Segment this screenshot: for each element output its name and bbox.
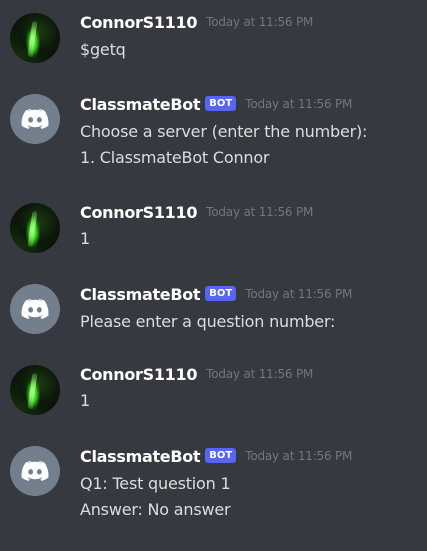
- message-header: ClassmateBot BOT Today at 11:56 PM: [80, 94, 352, 114]
- discord-logo-icon: [21, 461, 49, 481]
- message-text: 1: [80, 229, 90, 248]
- username[interactable]: ClassmateBot: [80, 95, 201, 114]
- message-text: 1: [80, 391, 90, 410]
- bot-tag: BOT: [205, 95, 237, 111]
- message-text: Please enter a question number:: [80, 312, 336, 331]
- timestamp: Today at 11:56 PM: [206, 15, 314, 29]
- username[interactable]: ConnorS1110: [80, 13, 197, 32]
- message-text: Choose a server (enter the number):: [80, 122, 368, 141]
- user-avatar[interactable]: [10, 203, 60, 253]
- message-text: Answer: No answer: [80, 500, 231, 519]
- user-avatar[interactable]: [10, 365, 60, 415]
- message-text: 1. ClassmateBot Connor: [80, 148, 270, 167]
- username[interactable]: ClassmateBot: [80, 285, 201, 304]
- timestamp: Today at 11:56 PM: [245, 287, 353, 301]
- user-avatar[interactable]: [10, 13, 60, 63]
- bot-avatar[interactable]: [10, 446, 60, 496]
- username[interactable]: ConnorS1110: [80, 365, 197, 384]
- message-header: ConnorS1110 Today at 11:56 PM: [80, 202, 313, 222]
- username[interactable]: ConnorS1110: [80, 203, 197, 222]
- timestamp: Today at 11:56 PM: [245, 449, 353, 463]
- bot-tag: BOT: [205, 285, 237, 301]
- bot-avatar[interactable]: [10, 94, 60, 144]
- message-text: $getq: [80, 40, 126, 59]
- message-header: ClassmateBot BOT Today at 11:56 PM: [80, 284, 352, 304]
- username[interactable]: ClassmateBot: [80, 447, 201, 466]
- message-header: ClassmateBot BOT Today at 11:56 PM: [80, 446, 352, 466]
- bot-avatar[interactable]: [10, 284, 60, 334]
- timestamp: Today at 11:56 PM: [245, 97, 353, 111]
- message-text: Q1: Test question 1: [80, 474, 231, 493]
- discord-logo-icon: [21, 109, 49, 129]
- message-header: ConnorS1110 Today at 11:56 PM: [80, 364, 313, 384]
- timestamp: Today at 11:56 PM: [206, 367, 314, 381]
- timestamp: Today at 11:56 PM: [206, 205, 314, 219]
- bot-tag: BOT: [205, 447, 237, 463]
- message-header: ConnorS1110 Today at 11:56 PM: [80, 12, 313, 32]
- discord-logo-icon: [21, 299, 49, 319]
